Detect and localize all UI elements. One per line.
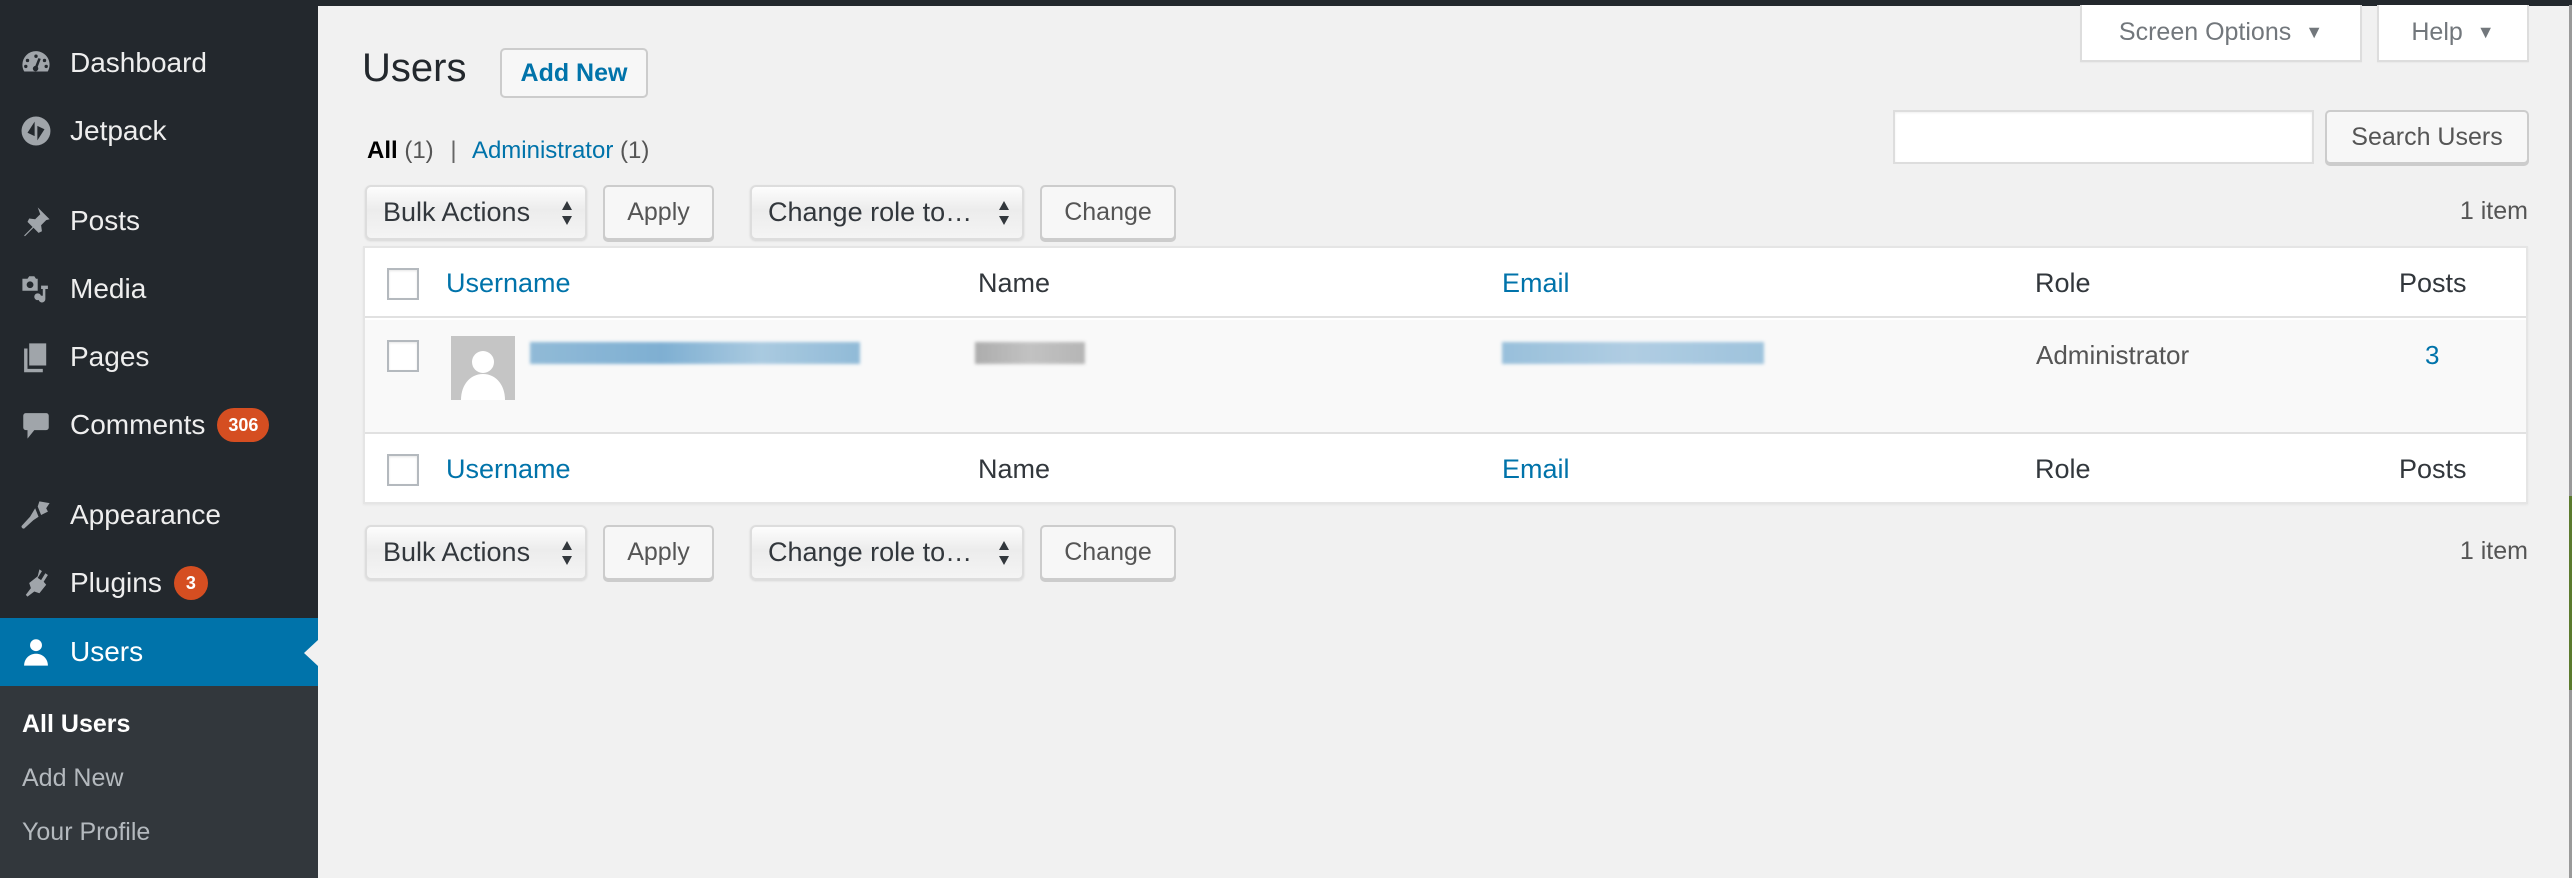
- plugin-icon: [0, 566, 70, 600]
- table-row: Administrator 3: [365, 320, 2526, 432]
- role-filter-links: All (1) | Administrator (1): [367, 137, 649, 165]
- items-count-top: 1 item: [2459, 197, 2528, 225]
- sidebar-item-posts[interactable]: Posts: [0, 187, 318, 255]
- sidebar-item-comments[interactable]: Comments 306: [0, 391, 318, 459]
- filter-administrator[interactable]: Administrator: [472, 137, 613, 164]
- username-redacted[interactable]: [530, 342, 860, 364]
- change-role-button-top[interactable]: Change: [1040, 185, 1176, 240]
- sidebar-item-plugins[interactable]: Plugins 3: [0, 549, 318, 617]
- column-email[interactable]: Email: [1502, 454, 1570, 485]
- sidebar-item-label: Comments: [70, 409, 206, 440]
- column-role: Role: [2035, 454, 2091, 484]
- column-name: Name: [978, 454, 1051, 484]
- submenu-all-users[interactable]: All Users: [22, 710, 130, 739]
- search-users-input[interactable]: [1893, 110, 2314, 164]
- change-role-select-bottom[interactable]: Change role to…: [750, 525, 1024, 580]
- sidebar-item-label: Pages: [70, 341, 150, 372]
- table-header-row: Username Name Email Role Posts: [365, 248, 2526, 318]
- plugins-update-badge: 3: [173, 566, 208, 600]
- email-redacted[interactable]: [1502, 342, 1764, 364]
- select-arrows-icon: [999, 201, 1009, 225]
- sidebar-item-appearance[interactable]: Appearance: [0, 481, 318, 549]
- change-role-select-top[interactable]: Change role to…: [750, 185, 1024, 240]
- bulk-actions-select-top[interactable]: Bulk Actions: [365, 185, 587, 240]
- avatar: [451, 336, 515, 400]
- sidebar-item-users[interactable]: Users: [0, 618, 318, 686]
- column-username[interactable]: Username: [446, 268, 571, 299]
- caret-down-icon: ▼: [2476, 22, 2495, 42]
- change-role-value: Change role to…: [768, 197, 973, 227]
- select-arrows-icon: [999, 541, 1009, 565]
- filter-separator: |: [450, 137, 457, 164]
- submenu-your-profile[interactable]: Your Profile: [22, 818, 150, 847]
- bulk-actions-select-bottom[interactable]: Bulk Actions: [365, 525, 587, 580]
- dashboard-icon: [0, 46, 70, 80]
- search-users-button[interactable]: Search Users: [2325, 110, 2529, 164]
- filter-all[interactable]: All: [367, 137, 398, 164]
- sidebar-item-label: Appearance: [70, 499, 222, 530]
- items-count-bottom: 1 item: [2459, 537, 2528, 565]
- sidebar-item-jetpack[interactable]: Jetpack: [0, 97, 318, 165]
- users-submenu: All Users Add New Your Profile: [0, 686, 318, 878]
- sidebar-item-label: Posts: [70, 205, 141, 236]
- change-role-button-bottom[interactable]: Change: [1040, 525, 1176, 580]
- column-username[interactable]: Username: [446, 454, 571, 485]
- table-footer-row: Username Name Email Role Posts: [365, 432, 2526, 502]
- pin-icon: [0, 204, 70, 238]
- sidebar-item-label: Plugins: [70, 567, 162, 598]
- add-new-user-button[interactable]: Add New: [500, 48, 648, 98]
- select-all-checkbox-footer[interactable]: [387, 454, 419, 486]
- bulk-actions-value: Bulk Actions: [383, 537, 531, 567]
- select-arrows-icon: [562, 201, 572, 225]
- pages-icon: [0, 340, 70, 374]
- users-table: Username Name Email Role Posts Administr…: [363, 246, 2528, 504]
- caret-down-icon: ▼: [2305, 22, 2324, 42]
- paintbrush-icon: [0, 498, 70, 532]
- help-button[interactable]: Help ▼: [2377, 5, 2529, 62]
- select-arrows-icon: [562, 541, 572, 565]
- media-icon: [0, 272, 70, 306]
- sidebar-item-label: Users: [70, 636, 144, 667]
- column-email[interactable]: Email: [1502, 268, 1570, 299]
- name-redacted: [975, 342, 1085, 364]
- sidebar-item-media[interactable]: Media: [0, 255, 318, 323]
- page-title: Users: [362, 46, 467, 90]
- comment-icon: [0, 408, 70, 442]
- column-role: Role: [2035, 268, 2091, 298]
- apply-button-top[interactable]: Apply: [603, 185, 714, 240]
- user-posts-count[interactable]: 3: [2425, 340, 2439, 371]
- current-menu-arrow: [304, 640, 318, 666]
- apply-button-bottom[interactable]: Apply: [603, 525, 714, 580]
- comments-count-badge: 306: [217, 408, 270, 442]
- sidebar-item-label: Jetpack: [70, 115, 167, 146]
- screen-options-button[interactable]: Screen Options ▼: [2080, 5, 2362, 62]
- bulk-actions-value: Bulk Actions: [383, 197, 531, 227]
- jetpack-icon: [0, 114, 70, 148]
- sidebar-item-label: Dashboard: [70, 47, 207, 78]
- user-role: Administrator: [2036, 340, 2190, 370]
- column-posts: Posts: [2399, 268, 2467, 298]
- column-posts: Posts: [2399, 454, 2467, 484]
- change-role-value: Change role to…: [768, 537, 973, 567]
- filter-all-count: (1): [404, 137, 434, 164]
- default-avatar-icon: [461, 351, 505, 400]
- screen-options-label: Screen Options: [2118, 18, 2292, 46]
- sidebar-item-dashboard[interactable]: Dashboard: [0, 29, 318, 97]
- filter-administrator-count: (1): [619, 137, 650, 164]
- user-icon: [0, 635, 70, 669]
- select-all-checkbox[interactable]: [387, 268, 419, 300]
- row-checkbox[interactable]: [387, 340, 419, 372]
- help-label: Help: [2411, 18, 2463, 46]
- submenu-add-new[interactable]: Add New: [22, 764, 123, 793]
- admin-sidebar: Dashboard Jetpack Posts Media Pages Comm…: [0, 0, 318, 878]
- column-name: Name: [978, 268, 1051, 298]
- sidebar-item-pages[interactable]: Pages: [0, 323, 318, 391]
- sidebar-item-label: Media: [70, 273, 147, 304]
